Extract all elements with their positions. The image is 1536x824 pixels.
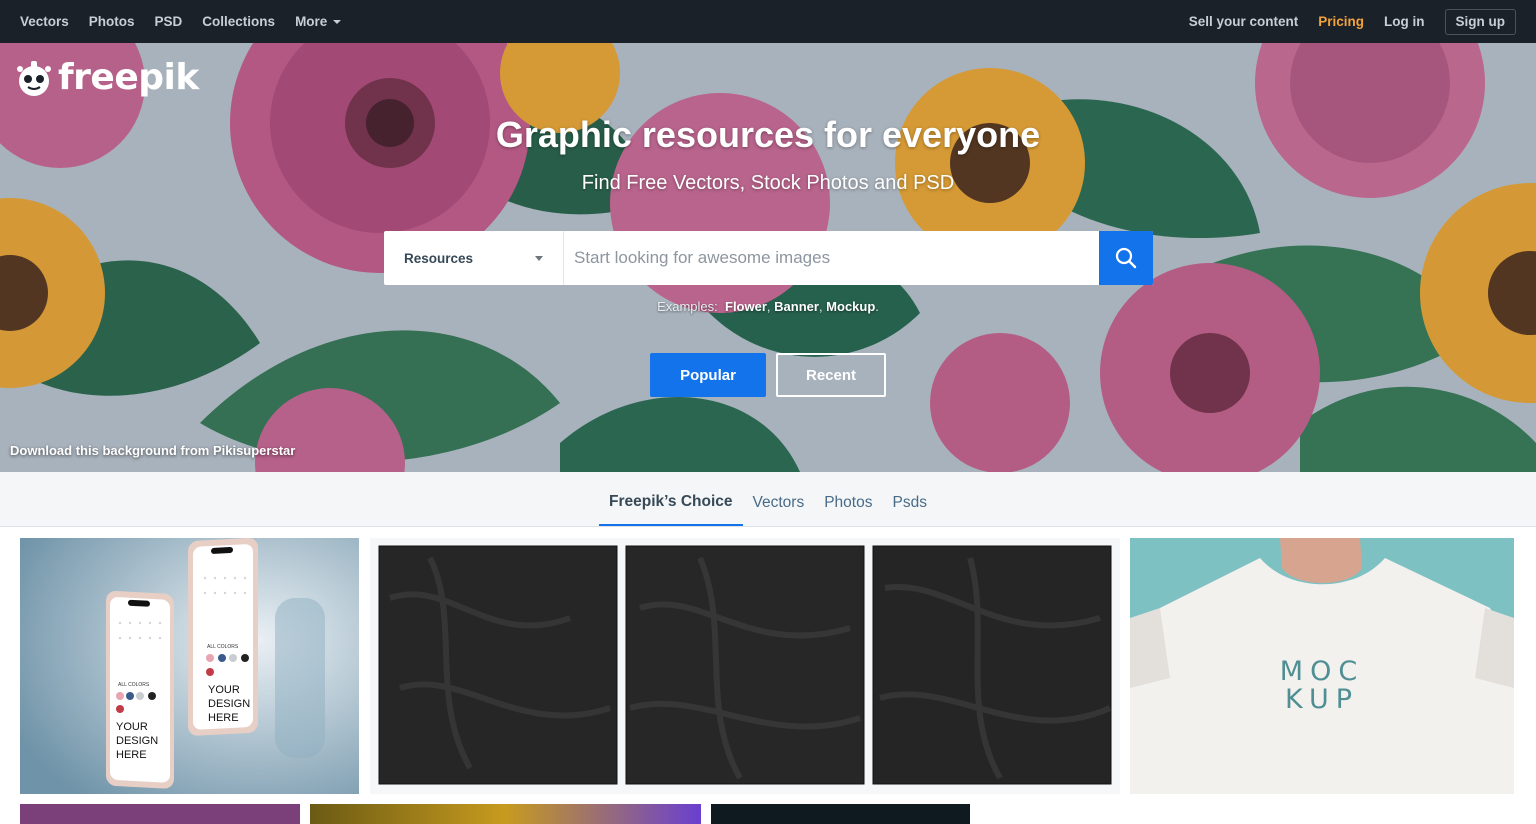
resource-type-dropdown[interactable]: Resources <box>384 231 564 285</box>
top-navbar: Vectors Photos PSD Collections More Sell… <box>0 0 1536 43</box>
resource-type-value: Resources <box>404 250 474 266</box>
example-link-banner[interactable]: Banner <box>774 299 819 314</box>
search-button[interactable] <box>1099 231 1153 285</box>
tab-vectors[interactable]: Vectors <box>743 472 815 526</box>
signup-button[interactable]: Sign up <box>1444 8 1516 35</box>
nav-pricing[interactable]: Pricing <box>1308 0 1374 43</box>
search-icon <box>1115 247 1137 269</box>
chevron-down-icon <box>333 20 342 25</box>
example-link-mockup[interactable]: Mockup <box>826 299 875 314</box>
nav-left-group: Vectors Photos PSD Collections More <box>0 0 351 43</box>
examples-label: Examples: <box>657 299 718 314</box>
tshirt-mockup-card[interactable]: MOC KUP <box>1130 538 1514 794</box>
nav-right-group: Sell your content Pricing Log in Sign up <box>1179 0 1536 43</box>
phone-left-line2: DESIGN <box>116 735 158 747</box>
nav-psd[interactable]: PSD <box>145 0 193 43</box>
hero-subtitle: Find Free Vectors, Stock Photos and PSD <box>581 172 955 194</box>
tab-psds[interactable]: Psds <box>882 472 936 526</box>
example-link-flower[interactable]: Flower <box>725 299 767 314</box>
tshirt-mockup-text: MOC KUP <box>1130 658 1514 714</box>
chevron-down-icon <box>535 255 543 261</box>
nav-sell-content[interactable]: Sell your content <box>1179 0 1309 43</box>
content-tabs: Freepik’s Choice Vectors Photos Psds <box>0 472 1536 527</box>
hero-title: Graphic resources for everyone <box>495 114 1041 155</box>
grid-thumbnail-purple[interactable] <box>20 804 300 824</box>
grid-thumbnail-dark[interactable] <box>711 804 970 824</box>
wrinkled-black-paper-image <box>370 538 1120 794</box>
search-input[interactable] <box>564 231 1099 285</box>
phone-left-line3: HERE <box>116 749 147 761</box>
phone-right-caption: ALL COLORS <box>207 644 239 650</box>
tab-photos[interactable]: Photos <box>814 472 882 526</box>
nav-more-label: More <box>295 14 328 29</box>
search-bar: Resources <box>384 231 1153 285</box>
tshirt-text-line1: MOC <box>1279 656 1365 687</box>
nav-login[interactable]: Log in <box>1374 0 1435 43</box>
grid-thumbnail-white[interactable] <box>980 804 1514 824</box>
nav-more[interactable]: More <box>285 0 351 43</box>
black-texture-card[interactable] <box>370 538 1120 794</box>
hero-section: freepik Graphic resources for everyone F… <box>0 43 1536 472</box>
freepik-logo[interactable]: freepik <box>14 57 199 98</box>
tab-freepiks-choice[interactable]: Freepik’s Choice <box>599 472 743 526</box>
phone-right-line2: DESIGN <box>208 698 250 710</box>
phone-left-line1: YOUR <box>116 721 148 733</box>
nav-vectors[interactable]: Vectors <box>10 0 79 43</box>
tshirt-text-line2: KUP <box>1284 684 1360 715</box>
phone-left-caption: ALL COLORS <box>118 682 150 688</box>
logo-wordmark: freepik <box>58 57 199 98</box>
background-credit-link[interactable]: Download this background from Pikisupers… <box>10 443 295 458</box>
nav-collections[interactable]: Collections <box>192 0 285 43</box>
freepik-logo-icon <box>17 60 51 96</box>
nav-photos[interactable]: Photos <box>79 0 145 43</box>
popular-button[interactable]: Popular <box>650 353 766 397</box>
hero-buttons: Popular Recent <box>650 353 886 397</box>
grid-thumbnail-gold[interactable] <box>310 804 701 824</box>
recent-button[interactable]: Recent <box>776 353 886 397</box>
phone-right-line3: HERE <box>208 712 239 724</box>
phone-mockup-card[interactable]: ALL COLORS ALL COLORS YOUR DESIGN HERE Y… <box>20 538 359 794</box>
phone-mockup-image: ALL COLORS ALL COLORS YOUR DESIGN HERE Y… <box>20 538 359 794</box>
search-examples: Examples: Flower, Banner, Mockup. <box>657 299 879 314</box>
phone-right-line1: YOUR <box>208 684 240 696</box>
